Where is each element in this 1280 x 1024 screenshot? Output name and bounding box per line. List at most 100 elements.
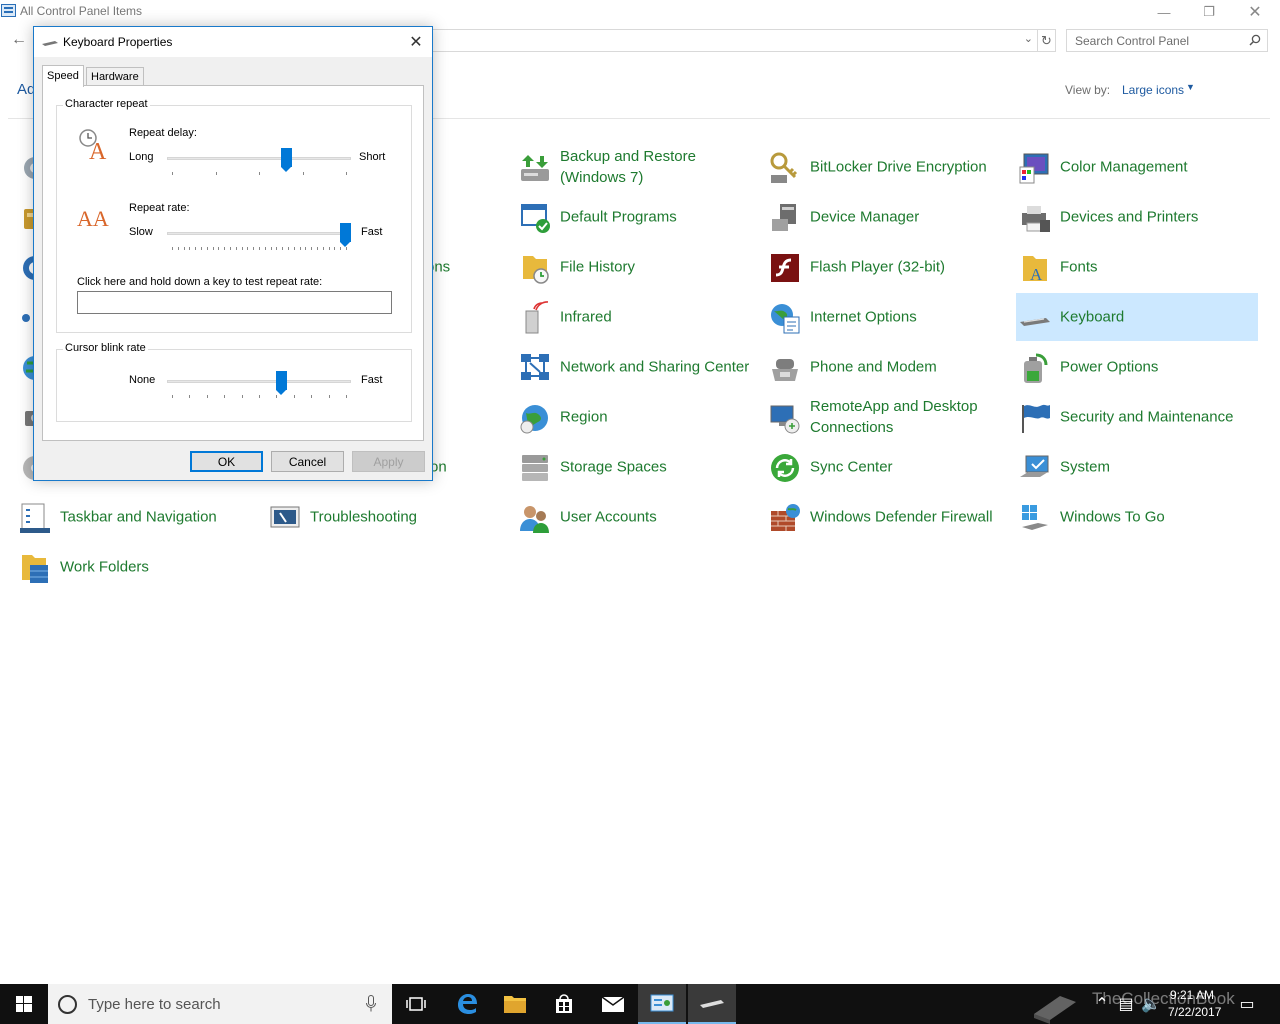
cp-item-color-management[interactable]: Color Management <box>1016 143 1258 191</box>
search-input[interactable] <box>1075 31 1245 51</box>
slider-ticks <box>172 395 347 399</box>
action-center-icon[interactable]: ▭ <box>1236 984 1258 1024</box>
slider-thumb[interactable] <box>340 223 351 247</box>
phone-icon <box>772 359 798 381</box>
task-view-icon[interactable] <box>392 984 440 1024</box>
cp-item-user-accounts[interactable]: User Accounts <box>516 493 758 541</box>
slider-track <box>167 157 351 160</box>
clock-date[interactable]: 7/22/2017 <box>1168 1005 1221 1019</box>
restore-button[interactable]: ❐ <box>1186 0 1232 24</box>
cursor-blink-max-label: Fast <box>361 374 383 386</box>
cp-item-work-folders[interactable]: Work Folders <box>16 543 258 591</box>
cp-item-label: Devices and Printers <box>1060 208 1199 226</box>
cp-item-default-programs[interactable]: Default Programs <box>516 193 758 241</box>
cp-item-label: Default Programs <box>560 208 677 226</box>
slider-tick <box>172 172 173 175</box>
cancel-button[interactable]: Cancel <box>271 451 344 472</box>
internet-options-icon <box>771 304 800 334</box>
slider-tick <box>172 247 173 250</box>
control-panel-taskbar-icon[interactable] <box>638 984 686 1024</box>
microphone-icon[interactable] <box>366 995 376 1012</box>
cp-item-keyboard[interactable]: Keyboard <box>1016 293 1258 341</box>
cp-item-system[interactable]: System <box>1016 443 1258 491</box>
edge-icon[interactable] <box>443 984 491 1024</box>
tab-speed[interactable]: Speed <box>42 65 84 87</box>
network-tray-icon[interactable]: ▤ <box>1117 984 1135 1024</box>
cp-item-label: System <box>1060 458 1111 476</box>
fonts-icon: A <box>1023 256 1047 284</box>
taskbar-icon <box>20 503 50 533</box>
volume-icon[interactable]: 🔈 <box>1141 984 1161 1024</box>
group-legend: Character repeat <box>63 98 150 110</box>
slider-thumb[interactable] <box>281 148 293 172</box>
slider-tick <box>247 247 249 250</box>
chevron-up-icon[interactable]: ⌃ <box>1094 984 1110 1024</box>
slider-tick <box>311 395 313 398</box>
cp-item-security-maintenance[interactable]: Security and Maintenance <box>1016 393 1258 441</box>
address-bar[interactable]: ⌄ <box>430 29 1038 52</box>
dialog-title: Keyboard Properties <box>63 35 173 49</box>
cp-item-label: Security and Maintenance <box>1060 408 1234 426</box>
taskbar-search-box[interactable]: Type here to search <box>48 984 392 1024</box>
cp-item-power-options[interactable]: Power Options <box>1016 343 1258 391</box>
speed-tab-pane: Character repeat A Repeat delay: Long Sh… <box>42 85 424 441</box>
cp-item-storage-spaces[interactable]: Storage Spaces <box>516 443 758 491</box>
cp-item-firewall[interactable]: Windows Defender Firewall <box>766 493 1008 541</box>
slider-thumb[interactable] <box>275 371 287 395</box>
ok-button[interactable]: OK <box>190 451 263 472</box>
printer-icon <box>1022 206 1050 232</box>
tab-hardware[interactable]: Hardware <box>86 67 144 86</box>
cp-item-label: Windows Defender Firewall <box>810 508 993 526</box>
cp-item-phone-modem[interactable]: Phone and Modem <box>766 343 1008 391</box>
test-repeat-input[interactable] <box>77 291 392 314</box>
cp-item-bitlocker[interactable]: BitLocker Drive Encryption <box>766 143 1008 191</box>
taskbar: Type here to search TheCollectionBook ⌃ … <box>0 984 1280 1024</box>
cp-item-region[interactable]: Region <box>516 393 758 441</box>
mail-icon[interactable] <box>589 984 637 1024</box>
cp-item-sync-center[interactable]: Sync Center <box>766 443 1008 491</box>
windows-start-icon[interactable] <box>0 984 48 1024</box>
cp-item-taskbar-navigation[interactable]: Taskbar and Navigation <box>16 493 258 541</box>
slider-tick <box>241 395 243 398</box>
clock-time[interactable]: 9:21 AM <box>1170 988 1214 1002</box>
work-folders-icon <box>22 555 48 583</box>
cp-item-network-sharing[interactable]: Network and Sharing Center <box>516 343 758 391</box>
cp-item-devices-printers[interactable]: Devices and Printers <box>1016 193 1258 241</box>
caret-down-icon[interactable]: ▼ <box>1186 82 1195 92</box>
close-button[interactable]: ✕ <box>1232 0 1278 24</box>
store-icon[interactable] <box>540 984 588 1024</box>
search-icon[interactable] <box>1249 34 1261 46</box>
cp-item-flash-player[interactable]: Flash Player (32-bit) <box>766 243 1008 291</box>
back-arrow-icon[interactable]: ← <box>8 30 30 50</box>
cp-item-internet-options[interactable]: Internet Options <box>766 293 1008 341</box>
cp-item-fonts[interactable]: A Fonts <box>1016 243 1258 291</box>
cp-item-file-history[interactable]: File History <box>516 243 758 291</box>
minimize-button[interactable]: — <box>1141 0 1187 24</box>
file-explorer-icon[interactable] <box>491 984 539 1024</box>
cp-item-infrared[interactable]: Infrared <box>516 293 758 341</box>
network-icon <box>521 354 549 380</box>
search-box[interactable] <box>1066 29 1268 52</box>
refresh-icon[interactable]: ↻ <box>1038 29 1056 52</box>
view-by-dropdown[interactable]: Large icons <box>1122 83 1184 97</box>
apply-button[interactable]: Apply <box>352 451 425 472</box>
slider-tick <box>305 247 307 250</box>
slider-tick <box>293 395 295 398</box>
cp-item-backup-restore[interactable]: Backup and Restore (Windows 7) <box>516 143 758 191</box>
slider-tick <box>311 247 313 250</box>
slider-tick <box>302 172 304 175</box>
cp-item-label: Sync Center <box>810 458 893 476</box>
cp-item-device-manager[interactable]: Device Manager <box>766 193 1008 241</box>
repeat-rate-slider[interactable] <box>167 221 351 251</box>
slider-tick <box>264 247 266 250</box>
cortana-icon[interactable] <box>58 995 77 1014</box>
close-icon[interactable]: ✕ <box>404 31 428 53</box>
cp-item-windows-to-go[interactable]: Windows To Go <box>1016 493 1258 541</box>
firewall-icon <box>771 504 800 531</box>
chevron-down-icon[interactable]: ⌄ <box>1024 32 1033 45</box>
cp-item-remoteapp[interactable]: RemoteApp and Desktop Connections <box>766 393 1008 441</box>
keyboard-taskbar-icon[interactable] <box>688 984 736 1024</box>
repeat-delay-slider[interactable] <box>167 146 351 176</box>
cursor-blink-slider[interactable] <box>167 369 351 399</box>
cp-item-troubleshooting[interactable]: Troubleshooting <box>266 493 508 541</box>
